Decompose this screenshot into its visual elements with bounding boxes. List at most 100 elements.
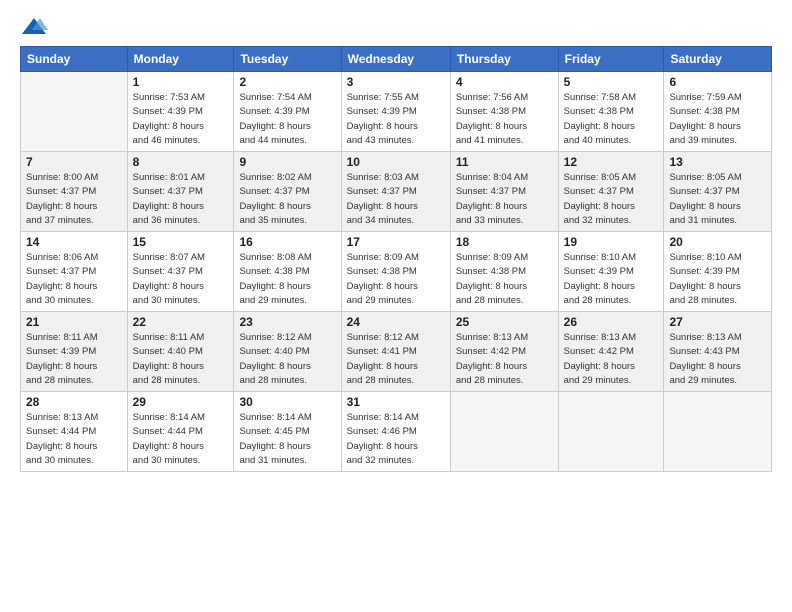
calendar-cell: 10Sunrise: 8:03 AMSunset: 4:37 PMDayligh… (341, 152, 450, 232)
calendar-cell: 23 Sunrise: 8:12 AMSunset: 4:40 PMDayligh… (234, 312, 341, 392)
day-number: 26 (564, 315, 659, 329)
day-info: Sunrise: 8:07 AMSunset: 4:37 PMDaylight:… (133, 251, 229, 308)
logo (20, 16, 52, 38)
calendar-cell: 22Sunrise: 8:11 AMSunset: 4:40 PMDayligh… (127, 312, 234, 392)
calendar-day-header: Friday (558, 47, 664, 72)
day-info: Sunrise: 8:10 AMSunset: 4:39 PMDaylight:… (669, 251, 766, 308)
calendar-cell: 19Sunrise: 8:10 AMSunset: 4:39 PMDayligh… (558, 232, 664, 312)
day-number: 16 (239, 235, 335, 249)
day-info: Sunrise: 7:53 AMSunset: 4:39 PMDaylight:… (133, 91, 229, 148)
calendar-cell (558, 392, 664, 472)
day-info: Sunrise: 8:14 AMSunset: 4:45 PMDaylight:… (239, 411, 335, 468)
day-info: Sunrise: 8:14 AMSunset: 4:44 PMDaylight:… (133, 411, 229, 468)
day-number: 11 (456, 155, 553, 169)
day-number: 6 (669, 75, 766, 89)
calendar-cell: 13 Sunrise: 8:05 AMSunset: 4:37 PMDayligh… (664, 152, 772, 232)
day-number: 18 (456, 235, 553, 249)
calendar-cell (664, 392, 772, 472)
day-info: Sunrise: 8:00 AMSunset: 4:37 PMDaylight:… (26, 171, 122, 228)
day-info: Sunrise: 8:13 AMSunset: 4:42 PMDaylight:… (456, 331, 553, 388)
day-number: 13 (669, 155, 766, 169)
calendar-cell: 17 Sunrise: 8:09 AMSunset: 4:38 PMDayligh… (341, 232, 450, 312)
day-number: 15 (133, 235, 229, 249)
day-number: 23 (239, 315, 335, 329)
day-info: Sunrise: 8:02 AMSunset: 4:37 PMDaylight:… (239, 171, 335, 228)
day-number: 3 (347, 75, 445, 89)
day-number: 4 (456, 75, 553, 89)
calendar-week-row: 7 Sunrise: 8:00 AMSunset: 4:37 PMDaylight… (21, 152, 772, 232)
day-number: 2 (239, 75, 335, 89)
calendar-cell: 20 Sunrise: 8:10 AMSunset: 4:39 PMDayligh… (664, 232, 772, 312)
day-info: Sunrise: 7:58 AMSunset: 4:38 PMDaylight:… (564, 91, 659, 148)
calendar-cell: 6 Sunrise: 7:59 AMSunset: 4:38 PMDaylight… (664, 72, 772, 152)
calendar-cell: 18 Sunrise: 8:09 AMSunset: 4:38 PMDayligh… (450, 232, 558, 312)
calendar-day-header: Thursday (450, 47, 558, 72)
calendar-cell: 7 Sunrise: 8:00 AMSunset: 4:37 PMDaylight… (21, 152, 128, 232)
logo-icon (20, 16, 48, 38)
day-number: 31 (347, 395, 445, 409)
calendar-day-header: Monday (127, 47, 234, 72)
day-info: Sunrise: 8:06 AMSunset: 4:37 PMDaylight:… (26, 251, 122, 308)
day-info: Sunrise: 8:11 AMSunset: 4:40 PMDaylight:… (133, 331, 229, 388)
calendar-cell (21, 72, 128, 152)
calendar-day-header: Saturday (664, 47, 772, 72)
day-info: Sunrise: 8:09 AMSunset: 4:38 PMDaylight:… (456, 251, 553, 308)
calendar-cell: 21 Sunrise: 8:11 AMSunset: 4:39 PMDayligh… (21, 312, 128, 392)
calendar-cell: 8 Sunrise: 8:01 AMSunset: 4:37 PMDaylight… (127, 152, 234, 232)
day-number: 12 (564, 155, 659, 169)
day-info: Sunrise: 7:59 AMSunset: 4:38 PMDaylight:… (669, 91, 766, 148)
day-info: Sunrise: 8:13 AMSunset: 4:43 PMDaylight:… (669, 331, 766, 388)
day-number: 27 (669, 315, 766, 329)
calendar-table: SundayMondayTuesdayWednesdayThursdayFrid… (20, 46, 772, 472)
day-info: Sunrise: 8:13 AMSunset: 4:44 PMDaylight:… (26, 411, 122, 468)
calendar-cell: 14 Sunrise: 8:06 AMSunset: 4:37 PMDayligh… (21, 232, 128, 312)
day-number: 28 (26, 395, 122, 409)
day-number: 5 (564, 75, 659, 89)
day-info: Sunrise: 7:55 AMSunset: 4:39 PMDaylight:… (347, 91, 445, 148)
day-number: 20 (669, 235, 766, 249)
calendar-header-row: SundayMondayTuesdayWednesdayThursdayFrid… (21, 47, 772, 72)
calendar-cell: 5 Sunrise: 7:58 AMSunset: 4:38 PMDaylight… (558, 72, 664, 152)
day-number: 17 (347, 235, 445, 249)
calendar-cell: 1Sunrise: 7:53 AMSunset: 4:39 PMDaylight… (127, 72, 234, 152)
day-number: 25 (456, 315, 553, 329)
calendar-week-row: 14 Sunrise: 8:06 AMSunset: 4:37 PMDayligh… (21, 232, 772, 312)
calendar-week-row: 1Sunrise: 7:53 AMSunset: 4:39 PMDaylight… (21, 72, 772, 152)
day-info: Sunrise: 8:09 AMSunset: 4:38 PMDaylight:… (347, 251, 445, 308)
calendar-cell: 4 Sunrise: 7:56 AMSunset: 4:38 PMDaylight… (450, 72, 558, 152)
day-number: 8 (133, 155, 229, 169)
day-info: Sunrise: 8:12 AMSunset: 4:41 PMDaylight:… (347, 331, 445, 388)
day-number: 30 (239, 395, 335, 409)
calendar-cell: 11Sunrise: 8:04 AMSunset: 4:37 PMDayligh… (450, 152, 558, 232)
calendar-cell: 26 Sunrise: 8:13 AMSunset: 4:42 PMDayligh… (558, 312, 664, 392)
calendar-cell (450, 392, 558, 472)
calendar-cell: 28 Sunrise: 8:13 AMSunset: 4:44 PMDayligh… (21, 392, 128, 472)
day-number: 21 (26, 315, 122, 329)
calendar-cell: 31 Sunrise: 8:14 AMSunset: 4:46 PMDayligh… (341, 392, 450, 472)
day-info: Sunrise: 8:03 AMSunset: 4:37 PMDaylight:… (347, 171, 445, 228)
calendar-day-header: Tuesday (234, 47, 341, 72)
calendar-cell: 25 Sunrise: 8:13 AMSunset: 4:42 PMDayligh… (450, 312, 558, 392)
calendar-week-row: 21 Sunrise: 8:11 AMSunset: 4:39 PMDayligh… (21, 312, 772, 392)
day-info: Sunrise: 8:14 AMSunset: 4:46 PMDaylight:… (347, 411, 445, 468)
page-header (20, 16, 772, 38)
day-info: Sunrise: 8:08 AMSunset: 4:38 PMDaylight:… (239, 251, 335, 308)
calendar-cell: 9 Sunrise: 8:02 AMSunset: 4:37 PMDaylight… (234, 152, 341, 232)
day-info: Sunrise: 8:11 AMSunset: 4:39 PMDaylight:… (26, 331, 122, 388)
day-info: Sunrise: 8:12 AMSunset: 4:40 PMDaylight:… (239, 331, 335, 388)
calendar-cell: 15 Sunrise: 8:07 AMSunset: 4:37 PMDayligh… (127, 232, 234, 312)
calendar-cell: 30 Sunrise: 8:14 AMSunset: 4:45 PMDayligh… (234, 392, 341, 472)
day-info: Sunrise: 8:13 AMSunset: 4:42 PMDaylight:… (564, 331, 659, 388)
day-info: Sunrise: 7:56 AMSunset: 4:38 PMDaylight:… (456, 91, 553, 148)
day-info: Sunrise: 8:05 AMSunset: 4:37 PMDaylight:… (564, 171, 659, 228)
day-number: 7 (26, 155, 122, 169)
calendar-cell: 12 Sunrise: 8:05 AMSunset: 4:37 PMDayligh… (558, 152, 664, 232)
day-number: 14 (26, 235, 122, 249)
calendar-day-header: Wednesday (341, 47, 450, 72)
day-info: Sunrise: 8:05 AMSunset: 4:37 PMDaylight:… (669, 171, 766, 228)
day-info: Sunrise: 8:01 AMSunset: 4:37 PMDaylight:… (133, 171, 229, 228)
day-info: Sunrise: 7:54 AMSunset: 4:39 PMDaylight:… (239, 91, 335, 148)
calendar-cell: 16 Sunrise: 8:08 AMSunset: 4:38 PMDayligh… (234, 232, 341, 312)
day-number: 9 (239, 155, 335, 169)
calendar-day-header: Sunday (21, 47, 128, 72)
